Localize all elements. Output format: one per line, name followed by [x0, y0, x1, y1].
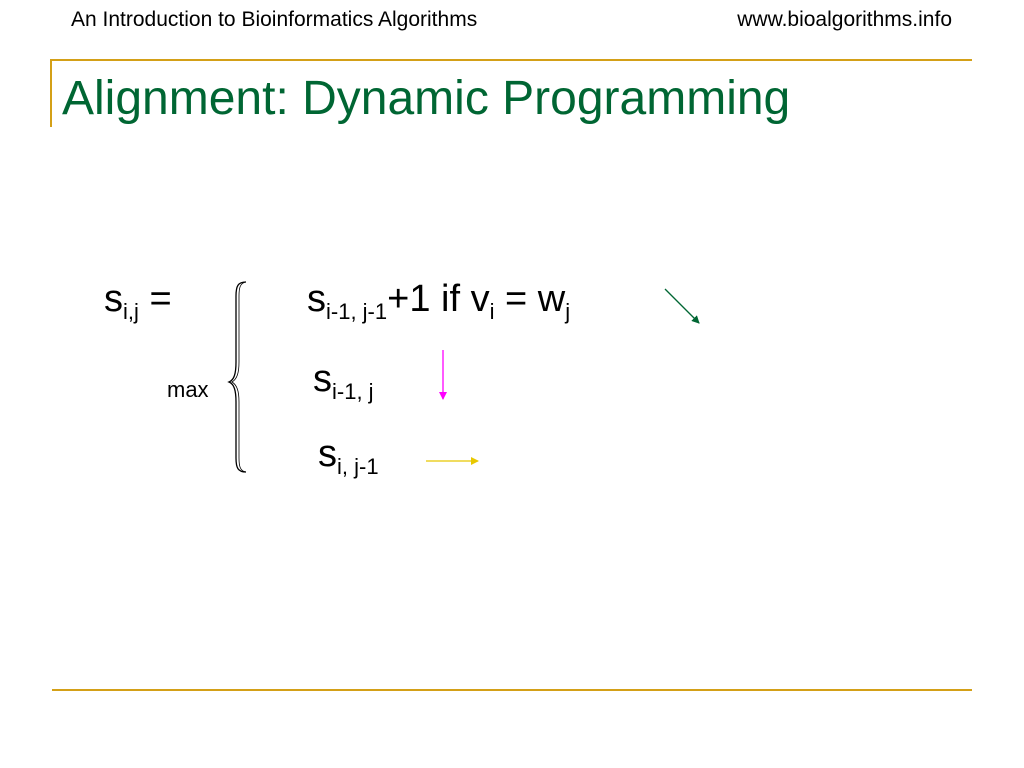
diagonal-arrow-icon [664, 288, 700, 324]
left-curly-brace-icon [227, 281, 247, 473]
formula-graphics [227, 281, 700, 473]
bottom-rule [52, 689, 972, 691]
